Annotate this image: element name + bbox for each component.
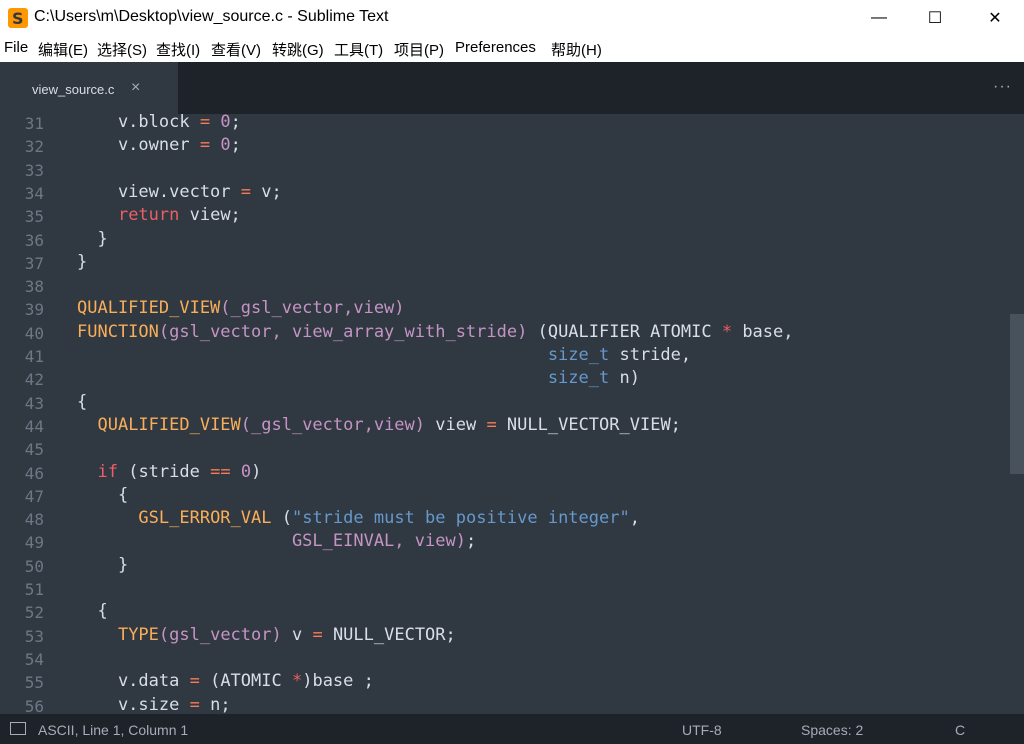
code-line[interactable]: TYPE(gsl_vector) v = NULL_VECTOR;: [77, 625, 456, 645]
cursor-position[interactable]: ASCII, Line 1, Column 1: [38, 722, 188, 738]
code-line[interactable]: }: [77, 229, 107, 249]
line-number: 44: [24, 416, 44, 436]
code-line[interactable]: v.data = (ATOMIC *)base ;: [77, 671, 374, 691]
code-line[interactable]: QUALIFIED_VIEW(_gsl_vector,view) view = …: [77, 415, 680, 435]
maximize-button[interactable]: ☐: [906, 0, 964, 36]
title-bar: S C:\Users\m\Desktop\view_source.c - Sub…: [0, 0, 1024, 36]
code-line[interactable]: v.block = 0;: [77, 114, 241, 132]
menu-selection[interactable]: 选择(S): [97, 39, 147, 60]
code-line[interactable]: {: [77, 485, 128, 505]
sublime-text-icon: S: [8, 8, 28, 28]
code-line[interactable]: size_t stride,: [77, 345, 691, 365]
code-line[interactable]: GSL_EINVAL, view);: [77, 531, 476, 551]
syntax-indicator[interactable]: C: [955, 722, 965, 738]
line-number: 46: [24, 463, 44, 483]
code-line[interactable]: v.size = n;: [77, 695, 231, 715]
line-number: 53: [24, 626, 44, 646]
menu-find[interactable]: 查找(I): [156, 39, 200, 60]
scrollbar[interactable]: [1010, 114, 1024, 714]
menu-bar: File 编辑(E) 选择(S) 查找(I) 查看(V) 转跳(G) 工具(T)…: [0, 36, 1024, 62]
code-line[interactable]: }: [77, 555, 128, 575]
line-number: 51: [24, 580, 44, 599]
line-number: 35: [24, 207, 44, 227]
tab-view-source[interactable]: view_source.c ×: [0, 62, 178, 114]
code-editor[interactable]: 31 32 33 34 35 36 37 38 39 40 41 42 43 44 45 46 47 48 49 50…: [0, 114, 1024, 714]
menu-tools[interactable]: 工具(T): [334, 39, 383, 60]
code-line[interactable]: FUNCTION(gsl_vector, view_array_with_str…: [77, 322, 794, 342]
menu-view[interactable]: 查看(V): [211, 39, 261, 60]
tab-bar: view_source.c × ···: [0, 62, 1024, 114]
menu-goto[interactable]: 转跳(G): [272, 39, 324, 60]
line-number: 33: [24, 160, 44, 180]
encoding-indicator[interactable]: UTF-8: [682, 722, 722, 738]
indentation-indicator[interactable]: Spaces: 2: [801, 722, 863, 738]
line-number: 56: [24, 696, 44, 715]
line-number: 34: [24, 183, 44, 203]
code-line[interactable]: return view;: [77, 205, 241, 225]
menu-file[interactable]: File: [4, 39, 28, 56]
line-number: 41: [24, 347, 44, 366]
more-tabs-icon[interactable]: ···: [993, 78, 1012, 96]
code-line[interactable]: view.vector = v;: [77, 182, 282, 202]
code-line[interactable]: if (stride == 0): [77, 462, 261, 482]
status-bar: ASCII, Line 1, Column 1 UTF-8 Spaces: 2 …: [0, 714, 1024, 744]
scrollbar-thumb[interactable]: [1010, 314, 1024, 474]
menu-help[interactable]: 帮助(H): [551, 39, 602, 60]
tab-close-icon[interactable]: ×: [131, 79, 140, 97]
code-line[interactable]: v.owner = 0;: [77, 135, 241, 155]
line-number: 52: [24, 603, 44, 623]
line-number: 37: [24, 253, 44, 273]
line-number: 31: [24, 114, 44, 133]
line-number: 36: [24, 230, 44, 250]
line-number: 48: [24, 510, 44, 530]
menu-project[interactable]: 项目(P): [394, 39, 444, 60]
code-line[interactable]: QUALIFIED_VIEW(_gsl_vector,view): [77, 298, 405, 318]
close-button[interactable]: ✕: [966, 0, 1024, 36]
line-number: 40: [24, 323, 44, 343]
line-number: 38: [24, 277, 44, 297]
line-number: 39: [24, 300, 44, 320]
code-line[interactable]: }: [77, 252, 87, 272]
code-line[interactable]: GSL_ERROR_VAL ("stride must be positive …: [77, 508, 640, 528]
line-number: 45: [24, 440, 44, 460]
menu-preferences[interactable]: Preferences: [455, 39, 536, 56]
code-line[interactable]: {: [77, 601, 107, 621]
line-number: 47: [24, 486, 44, 506]
tab-label: view_source.c: [32, 82, 115, 97]
panel-toggle-icon[interactable]: [10, 722, 26, 735]
code-line[interactable]: size_t n): [77, 368, 640, 388]
line-number: 50: [24, 556, 44, 576]
line-number: 55: [24, 673, 44, 693]
line-number: 49: [24, 533, 44, 553]
minimize-button[interactable]: —: [850, 0, 908, 36]
code-line[interactable]: {: [77, 392, 87, 412]
line-number: 43: [24, 393, 44, 413]
line-number: 32: [24, 137, 44, 157]
line-number: 42: [24, 370, 44, 390]
line-number: 54: [24, 649, 44, 669]
window-title: C:\Users\m\Desktop\view_source.c - Subli…: [34, 8, 389, 25]
menu-edit[interactable]: 编辑(E): [38, 39, 88, 60]
